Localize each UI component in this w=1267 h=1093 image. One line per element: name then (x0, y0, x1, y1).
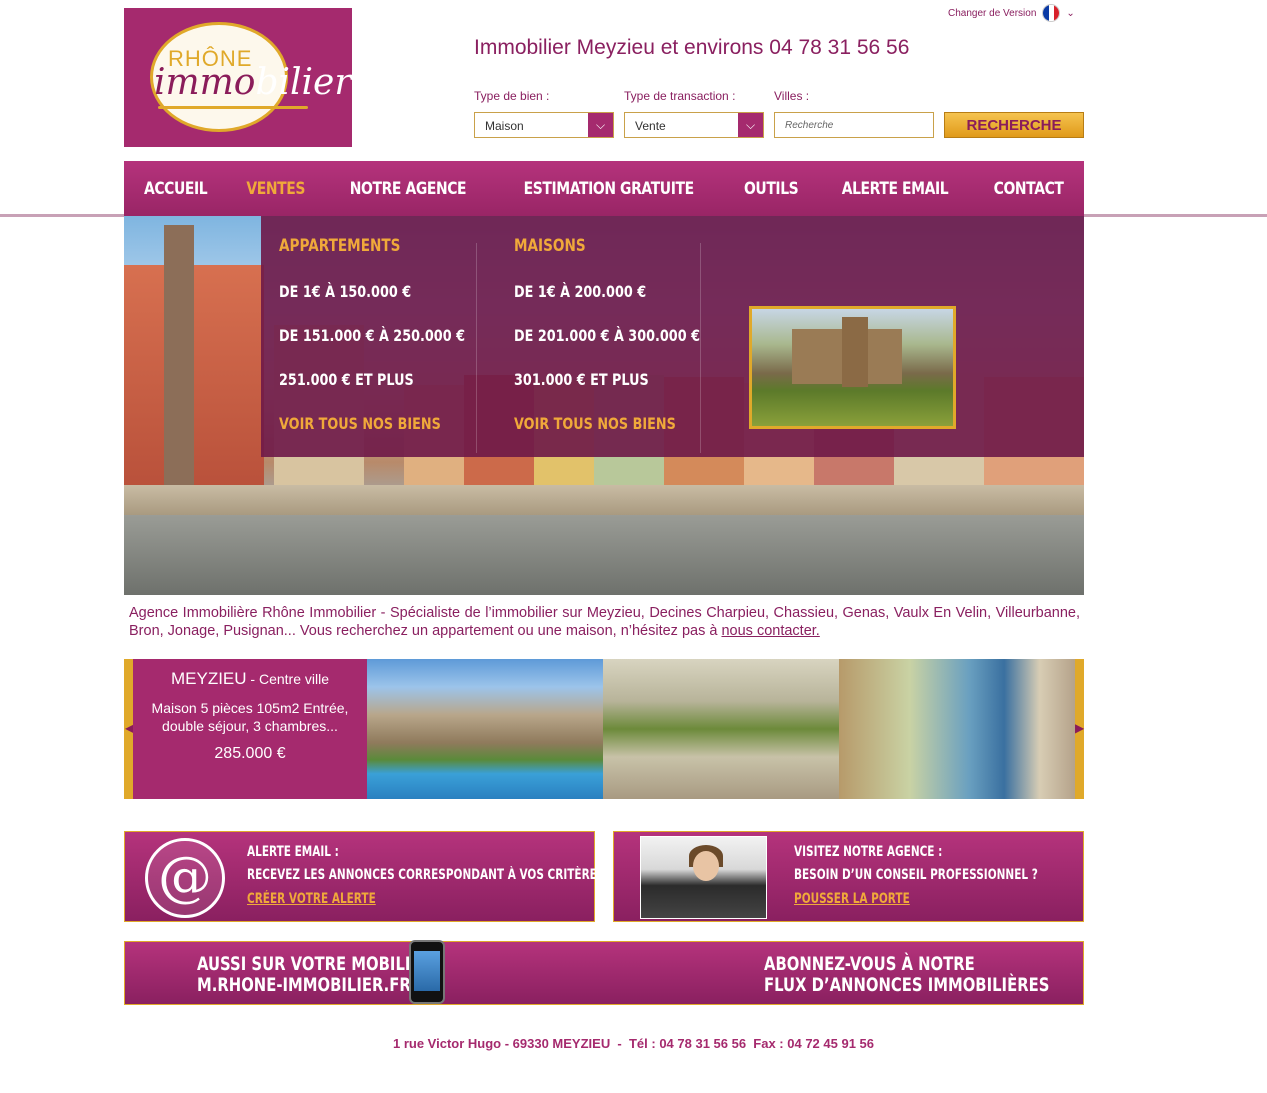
dropdown-apartments-title[interactable]: APPARTEMENTS (279, 236, 400, 256)
nav-item-ventes[interactable]: VENTES (246, 179, 305, 199)
listing-card[interactable]: MEYZIEU - Centre ville Maison 5 pièces 1… (133, 659, 367, 799)
dropdown-apartments-item[interactable]: DE 151.000 € À 250.000 € (279, 326, 465, 345)
nav-item-alerte-email[interactable]: ALERTE EMAIL (842, 179, 949, 199)
dropdown-apartments-item[interactable]: DE 1€ À 150.000 € (279, 282, 411, 301)
promo-alert-title: ALERTE EMAIL : (247, 844, 339, 860)
agency-team-photo (640, 836, 767, 919)
smartphone-icon (409, 940, 445, 1004)
mobile-site-line2[interactable]: M.RHONE-IMMOBILIER.FR (197, 975, 411, 996)
type-select-value: Maison (485, 119, 524, 133)
search-button[interactable]: RECHERCHE (944, 112, 1084, 138)
dropdown-houses-item[interactable]: DE 1€ À 200.000 € (514, 282, 646, 301)
listing-carousel: ◀ MEYZIEU - Centre ville Maison 5 pièces… (124, 659, 1084, 799)
intro-body: Agence Immobilière Rhône Immobilier - Sp… (129, 605, 1080, 639)
page-title: Immobilier Meyzieu et environs 04 78 31 … (474, 36, 910, 59)
visit-agency-link[interactable]: POUSSER LA PORTE (794, 891, 910, 907)
version-label[interactable]: Changer de Version (948, 8, 1036, 19)
dropdown-houses-title[interactable]: MAISONS (514, 236, 586, 256)
bottom-banner: AUSSI SUR VOTRE MOBILE M.RHONE-IMMOBILIE… (124, 940, 1084, 1005)
chevron-down-icon[interactable]: ⌵ (588, 113, 613, 137)
mobile-site-line1[interactable]: AUSSI SUR VOTRE MOBILE (197, 954, 415, 975)
listing-price: 285.000 € (214, 745, 286, 762)
nav-item-notre-agence[interactable]: NOTRE AGENCE (350, 179, 467, 199)
dropdown-divider (476, 243, 477, 453)
site-logo[interactable]: RHÔNE immobilier (124, 8, 352, 147)
nav-item-outils[interactable]: OUTILS (744, 179, 799, 199)
logo-immo-part: immo (154, 62, 256, 103)
promo-agency-title: VISITEZ NOTRE AGENCE : (794, 844, 943, 860)
promo-alert-email[interactable]: @ ALERTE EMAIL : RECEVEZ LES ANNONCES CO… (124, 831, 604, 922)
listing-photo-living-room[interactable] (839, 659, 1075, 799)
at-sign-icon: @ (145, 838, 225, 918)
dropdown-houses-all[interactable]: VOIR TOUS NOS BIENS (514, 414, 676, 433)
footer-contact: 1 rue Victor Hugo - 69330 MEYZIEU - Tél … (393, 1036, 874, 1051)
logo-swoosh (158, 106, 308, 109)
city-label: Villes : (774, 89, 810, 103)
chevron-down-icon[interactable]: ⌵ (738, 113, 763, 137)
ventes-dropdown: APPARTEMENTS DE 1€ À 150.000 € DE 151.00… (261, 216, 1084, 457)
dropdown-houses-item[interactable]: DE 201.000 € À 300.000 € (514, 326, 700, 345)
feed-line2[interactable]: FLUX D’ANNONCES IMMOBILIÈRES (764, 975, 1049, 996)
dropdown-apartments-item[interactable]: 251.000 € ET PLUS (279, 370, 414, 389)
listing-photo-pool[interactable] (367, 659, 603, 799)
logo-immobilier: immobilier (154, 62, 352, 103)
city-search-input[interactable] (774, 112, 934, 138)
chevron-down-icon[interactable]: ⌄ (1066, 8, 1074, 19)
promo-agency-text: BESOIN D’UN CONSEIL PROFESSIONNEL ? (794, 867, 1038, 883)
france-flag-icon[interactable] (1042, 4, 1061, 22)
dropdown-divider (700, 243, 701, 453)
listing-city: MEYZIEU (170, 669, 247, 688)
carousel-next-icon[interactable]: ▶ (1075, 721, 1084, 735)
listing-area: - Centre ville (246, 671, 330, 687)
promo-visit-agency[interactable]: VISITEZ NOTRE AGENCE : BESOIN D’UN CONSE… (613, 831, 1084, 922)
transaction-label: Type de transaction : (624, 89, 736, 103)
feed-line1[interactable]: ABONNEZ-VOUS À NOTRE (764, 954, 975, 975)
dropdown-apartments-all[interactable]: VOIR TOUS NOS BIENS (279, 414, 441, 433)
listing-description: Maison 5 pièces 105m2 Entrée, double séj… (151, 700, 349, 734)
nav-item-contact[interactable]: CONTACT (994, 179, 1064, 199)
transaction-select[interactable]: Vente ⌵ (624, 112, 764, 138)
create-alert-link[interactable]: CRÉER VOTRE ALERTE (247, 891, 376, 907)
main-nav: ACCUEIL VENTES NOTRE AGENCE ESTIMATION G… (124, 161, 1084, 216)
type-label: Type de bien : (474, 89, 550, 103)
dropdown-houses-item[interactable]: 301.000 € ET PLUS (514, 370, 649, 389)
logo-bilier-part: bilier (255, 62, 352, 103)
version-switcher[interactable]: Changer de Version ⌄ (948, 4, 1075, 22)
listing-photo-facade[interactable] (603, 659, 839, 799)
nav-item-estimation[interactable]: ESTIMATION GRATUITE (524, 179, 694, 199)
promo-alert-text: RECEVEZ LES ANNONCES CORRESPONDANT À VOS… (247, 867, 605, 883)
type-select[interactable]: Maison ⌵ (474, 112, 614, 138)
contact-link[interactable]: nous contacter. (721, 623, 819, 639)
intro-text: Agence Immobilière Rhône Immobilier - Sp… (129, 604, 1080, 640)
dropdown-featured-photo[interactable] (749, 306, 956, 429)
transaction-select-value: Vente (635, 119, 666, 133)
nav-item-accueil[interactable]: ACCUEIL (144, 179, 208, 199)
